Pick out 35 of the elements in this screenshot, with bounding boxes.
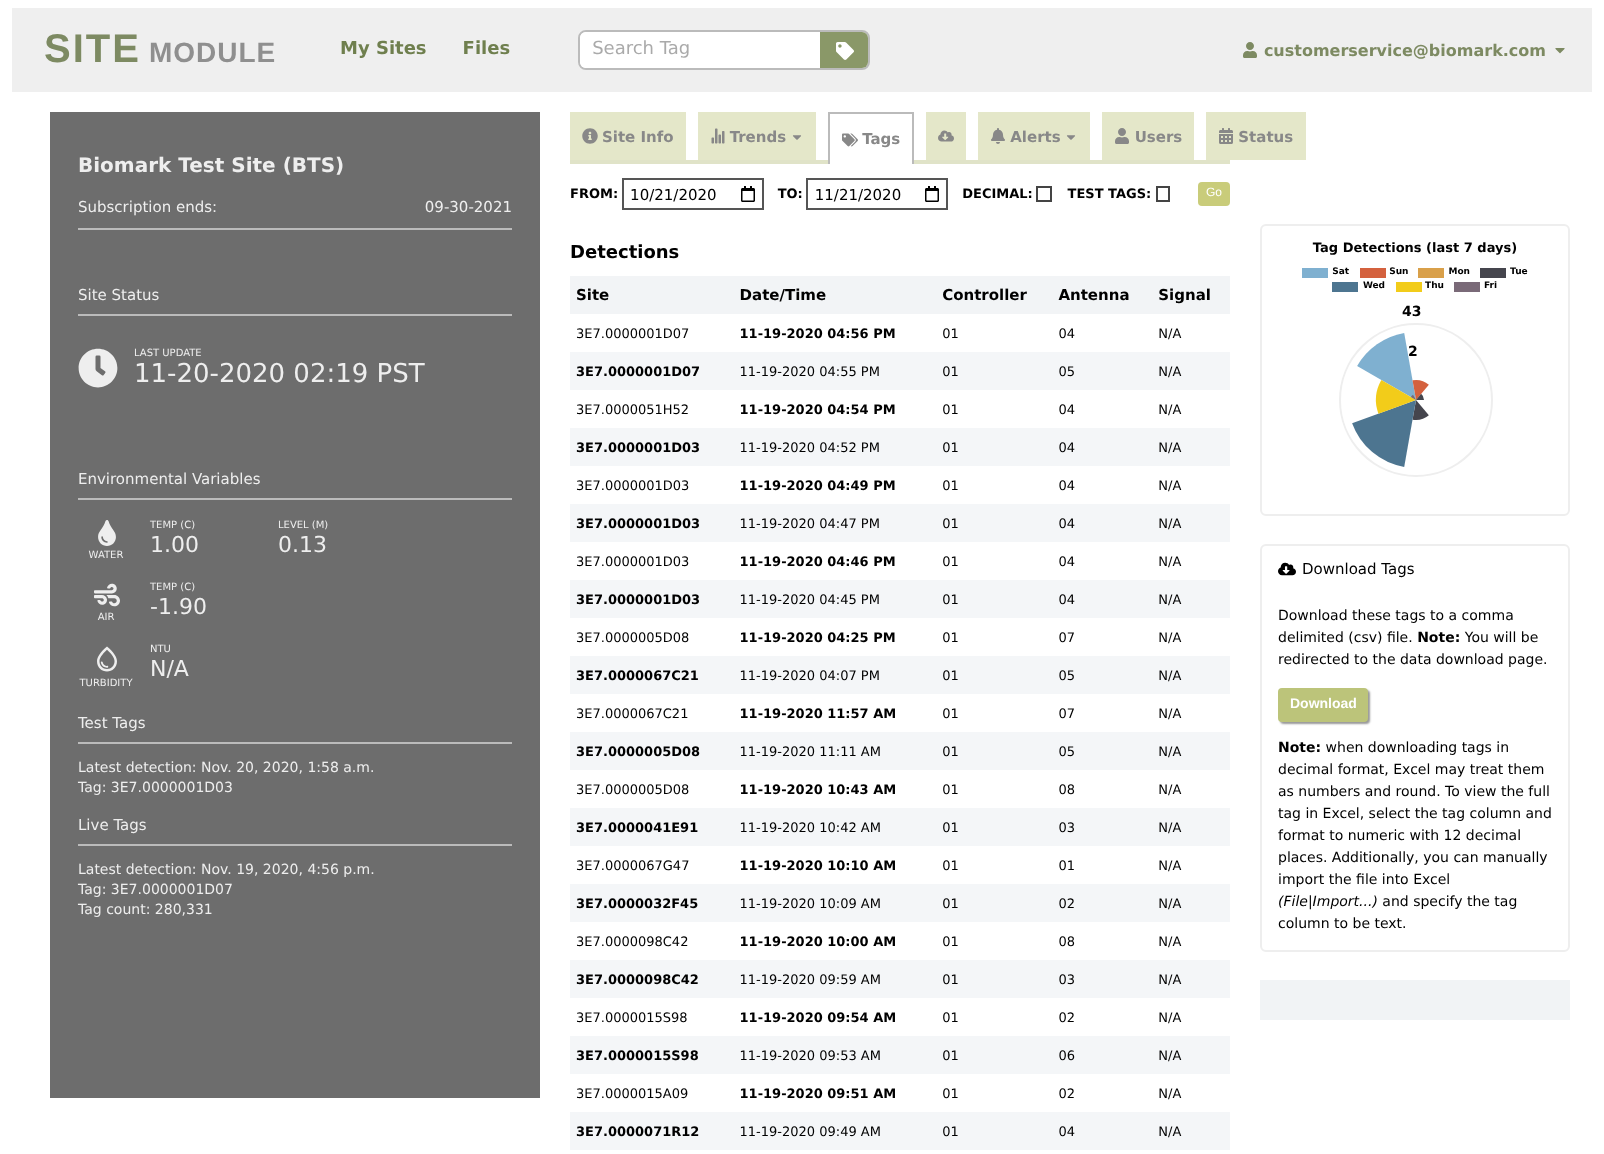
reading-value: 1.00: [150, 532, 201, 558]
cloud-download-icon: [1278, 560, 1296, 578]
nav-link[interactable]: Files: [462, 40, 511, 60]
checkbox[interactable]: [1155, 186, 1170, 202]
bell-icon: [990, 128, 1007, 144]
water-drop-icon: [93, 520, 119, 546]
caret-icon: [1064, 129, 1079, 143]
calendar-icon: [924, 186, 941, 202]
search-field[interactable]: Search Tag: [578, 30, 871, 70]
user-menu[interactable]: customerservice@biomark.com: [1263, 41, 1546, 59]
water-drop-icon: [91, 644, 121, 674]
bar-chart-icon: [709, 128, 726, 144]
checkbox[interactable]: [1036, 186, 1052, 202]
detections-title: Detections: [570, 244, 682, 264]
calendar-icon: [1218, 128, 1235, 144]
reading-value: -1.90: [150, 594, 209, 620]
tag-search-button[interactable]: [820, 32, 869, 68]
tags-icon: [842, 131, 859, 147]
tag-icon: [835, 41, 854, 59]
wind-icon: [93, 582, 119, 608]
site-module-logo[interactable]: SITE MODULE: [44, 27, 340, 73]
calendar-icon: [739, 186, 756, 202]
user-icon: [1114, 128, 1131, 144]
user-icon: [1241, 42, 1258, 58]
clock-icon: [78, 348, 118, 388]
info-icon: [582, 128, 598, 144]
nav-link[interactable]: My Sites: [340, 40, 427, 60]
cloud-download-icon: [938, 128, 955, 144]
caret-icon: [1552, 42, 1568, 58]
reading-value: 0.13: [278, 532, 329, 558]
caret-icon: [790, 129, 805, 143]
site-title: Biomark Test Site (BTS): [78, 156, 347, 178]
tab[interactable]: [926, 112, 967, 160]
reading-value: N/A: [150, 656, 191, 682]
last-update-value: 11-20-2020 02:19 PST: [134, 360, 425, 390]
